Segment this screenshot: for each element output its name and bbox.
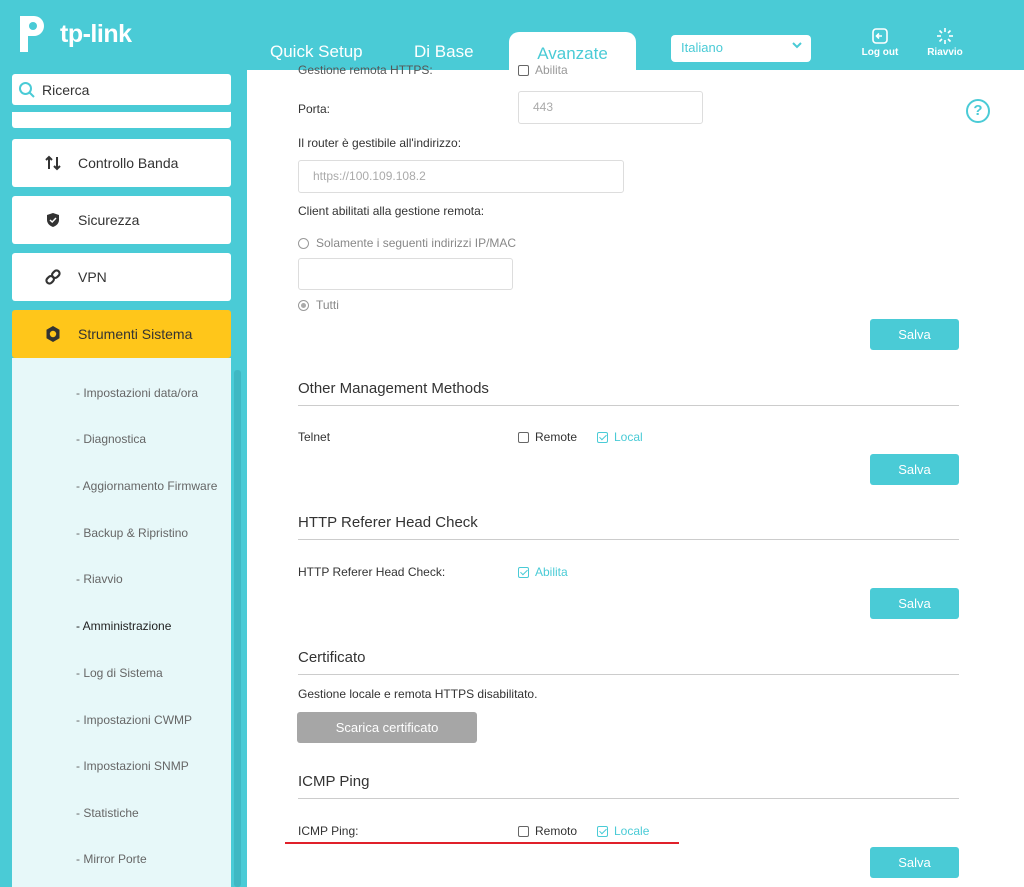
checkbox[interactable] xyxy=(518,64,529,76)
submenu-item-log[interactable]: - Log di Sistema xyxy=(76,666,163,680)
submenu-item-riavvio[interactable]: - Riavvio xyxy=(76,572,123,586)
save-button[interactable]: Salva xyxy=(870,454,959,485)
section-title-other: Other Management Methods xyxy=(298,380,959,406)
tab-quick-setup[interactable]: Quick Setup xyxy=(270,42,363,62)
shield-icon xyxy=(42,212,64,228)
sidebar-item-strumenti-sistema[interactable]: Strumenti Sistema xyxy=(12,310,231,358)
checkbox-label: Remote xyxy=(535,430,578,444)
save-button[interactable]: Salva xyxy=(870,319,959,350)
checkbox[interactable] xyxy=(518,566,529,578)
submenu-item-data-ora[interactable]: - Impostazioni data/ora xyxy=(76,386,198,400)
radio-label: Solamente i seguenti indirizzi IP/MAC xyxy=(316,236,517,250)
sidebar-item-label: Strumenti Sistema xyxy=(78,326,193,342)
logout-label: Log out xyxy=(861,47,899,58)
logout-button[interactable]: Log out xyxy=(858,27,902,58)
address-field[interactable]: https://100.109.108.2 xyxy=(298,160,624,193)
checkbox-label: Locale xyxy=(614,824,650,838)
telnet-label: Telnet xyxy=(298,430,331,444)
sidebar-scrollbar[interactable] xyxy=(234,370,241,887)
submenu-item-firmware[interactable]: - Aggiornamento Firmware xyxy=(76,479,217,493)
submenu-item-cwmp[interactable]: - Impostazioni CWMP xyxy=(76,713,192,727)
icmp-local-option[interactable]: Locale xyxy=(597,824,649,838)
option-specific-addresses[interactable]: Solamente i seguenti indirizzi IP/MAC xyxy=(298,236,516,250)
referer-enable-option[interactable]: Abilita xyxy=(518,565,568,579)
cert-status: Gestione locale e remota HTTPS disabilit… xyxy=(298,687,538,701)
reboot-button[interactable]: Riavvio xyxy=(923,27,967,58)
submenu-item-mirror-porte[interactable]: - Mirror Porte xyxy=(76,852,147,866)
sidebar: Ricerca Controllo Banda Sicurezza VPN St… xyxy=(0,70,247,887)
icmp-label: ICMP Ping: xyxy=(298,824,359,838)
section-title-cert: Certificato xyxy=(298,649,959,675)
checkbox[interactable] xyxy=(597,825,608,837)
checkbox[interactable] xyxy=(518,825,529,837)
sidebar-item-label: VPN xyxy=(78,269,107,285)
checkbox-label: Abilita xyxy=(535,63,568,77)
language-value: Italiano xyxy=(681,40,723,55)
remote-https-label: Gestione remota HTTPS: xyxy=(298,63,433,77)
ip-mac-input[interactable] xyxy=(298,258,513,290)
radio-button[interactable] xyxy=(298,299,309,311)
sidebar-item-label: Controllo Banda xyxy=(78,155,179,171)
referer-label: HTTP Referer Head Check: xyxy=(298,565,446,579)
search-icon xyxy=(19,81,35,98)
section-title-referer: HTTP Referer Head Check xyxy=(298,514,959,540)
telnet-remote-option[interactable]: Remote xyxy=(518,430,577,444)
submenu: - Impostazioni data/ora - Diagnostica - … xyxy=(12,358,231,887)
search-placeholder: Ricerca xyxy=(42,81,90,98)
up-down-arrows-icon xyxy=(42,155,64,171)
gear-icon xyxy=(42,325,64,343)
save-button[interactable]: Salva xyxy=(870,588,959,619)
checkbox[interactable] xyxy=(597,431,608,443)
checkbox[interactable] xyxy=(518,431,529,443)
sidebar-item-vpn[interactable]: VPN xyxy=(12,253,231,301)
sidebar-item-controllo-banda[interactable]: Controllo Banda xyxy=(12,139,231,187)
port-input[interactable]: 443 xyxy=(518,91,703,124)
highlight-underline xyxy=(285,842,679,844)
sidebar-item-label: Sicurezza xyxy=(78,212,140,228)
main-content: Gestione remota HTTPS: Abilita ? Porta: … xyxy=(247,63,1024,887)
top-header: tp-link Quick Setup Di Base Avanzate Ita… xyxy=(0,0,1024,70)
submenu-item-statistiche[interactable]: - Statistiche xyxy=(76,806,139,820)
reboot-icon xyxy=(937,28,953,44)
address-label: Il router è gestibile all'indirizzo: xyxy=(298,136,462,150)
icmp-remote-option[interactable]: Remoto xyxy=(518,824,577,838)
submenu-item-diagnostica[interactable]: - Diagnostica xyxy=(76,432,146,446)
checkbox-label: Abilita xyxy=(535,565,568,579)
chevron-down-icon xyxy=(791,39,803,54)
radio-button[interactable] xyxy=(298,237,309,249)
remote-https-enable[interactable]: Abilita xyxy=(518,63,568,77)
search-input[interactable]: Ricerca xyxy=(12,74,231,105)
port-label: Porta: xyxy=(298,102,331,116)
clients-label: Client abilitati alla gestione remota: xyxy=(298,204,485,218)
checkbox-label: Local xyxy=(614,430,643,444)
save-button[interactable]: Salva xyxy=(870,847,959,878)
language-select[interactable]: Italiano xyxy=(671,35,811,62)
submenu-item-backup[interactable]: - Backup & Ripristino xyxy=(76,526,188,540)
tp-link-logo: tp-link xyxy=(12,12,132,56)
sidebar-item-partial[interactable] xyxy=(12,112,231,128)
sidebar-item-sicurezza[interactable]: Sicurezza xyxy=(12,196,231,244)
download-certificate-button[interactable]: Scarica certificato xyxy=(297,712,477,743)
brand-name: tp-link xyxy=(60,19,132,48)
link-icon xyxy=(42,268,64,286)
option-all[interactable]: Tutti xyxy=(298,298,339,312)
section-title-icmp: ICMP Ping xyxy=(298,773,959,799)
radio-label: Tutti xyxy=(316,298,339,312)
submenu-item-amministrazione[interactable]: - Amministrazione xyxy=(76,619,171,633)
logout-icon xyxy=(872,28,888,44)
telnet-local-option[interactable]: Local xyxy=(597,430,643,444)
tab-di-base[interactable]: Di Base xyxy=(414,42,474,62)
help-icon[interactable]: ? xyxy=(966,99,990,123)
checkbox-label: Remoto xyxy=(535,824,578,838)
reboot-label: Riavvio xyxy=(927,47,963,58)
submenu-item-snmp[interactable]: - Impostazioni SNMP xyxy=(76,759,189,773)
tp-link-logo-icon xyxy=(20,16,44,52)
